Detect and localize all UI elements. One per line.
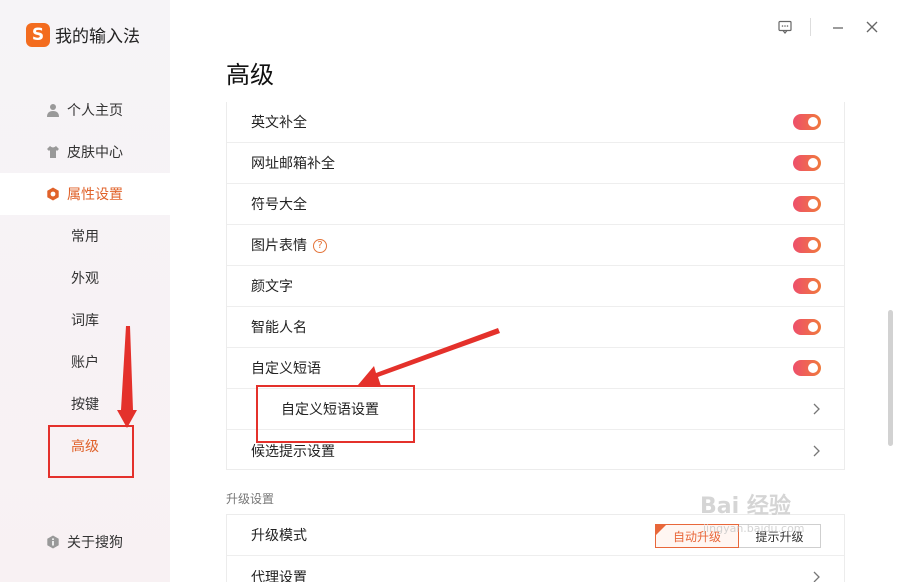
sidebar-subitem-keys[interactable]: 按键: [0, 383, 170, 425]
setting-label: 图片表情: [251, 238, 307, 254]
page-title: 高级: [226, 61, 274, 89]
setting-label: 升级模式: [251, 528, 307, 544]
setting-label: 自定义短语: [251, 361, 321, 377]
hexagon-settings-icon: [47, 187, 59, 201]
scrollbar[interactable]: [888, 310, 893, 446]
app-name: 我的输入法: [55, 27, 140, 47]
sidebar-subitem-label: 常用: [71, 229, 99, 245]
app-title: S 我的输入法: [26, 22, 140, 47]
annotation-box-custom-phrase-settings: [256, 385, 415, 443]
chevron-right-icon: [813, 571, 820, 582]
person-icon: [47, 104, 59, 117]
sidebar-subitem-dictionary[interactable]: 词库: [0, 299, 170, 341]
sidebar-item-label: 皮肤中心: [67, 145, 123, 161]
setting-row-image-emoji: 图片表情?: [227, 225, 844, 266]
setting-row-smart-names: 智能人名: [227, 307, 844, 348]
settings-window: S 我的输入法 个人主页 皮肤中心 属性设置 常用 外观 词库 账户 按键 高级…: [0, 0, 906, 582]
sidebar-subitem-label: 词库: [71, 313, 99, 329]
feedback-button[interactable]: [772, 14, 798, 40]
close-button[interactable]: [859, 14, 885, 40]
info-icon: [47, 535, 59, 549]
setting-label: 符号大全: [251, 197, 307, 213]
setting-label: 网址邮箱补全: [251, 156, 335, 172]
setting-row-url-email-completion: 网址邮箱补全: [227, 143, 844, 184]
chevron-right-icon: [813, 403, 820, 415]
sidebar-subitem-appearance[interactable]: 外观: [0, 257, 170, 299]
sidebar-item-label: 个人主页: [67, 103, 123, 119]
toggle-switch[interactable]: [793, 278, 821, 294]
setting-label: 颜文字: [251, 279, 293, 295]
sidebar-item-skins[interactable]: 皮肤中心: [0, 131, 170, 173]
shirt-icon: [47, 146, 59, 158]
selected-corner-icon: [655, 524, 667, 536]
setting-label: 智能人名: [251, 320, 307, 336]
toggle-switch[interactable]: [793, 196, 821, 212]
section-title-upgrade: 升级设置: [226, 492, 275, 506]
toggle-switch[interactable]: [793, 114, 821, 130]
setting-label: 候选提示设置: [251, 443, 335, 460]
sidebar-item-settings[interactable]: 属性设置: [0, 173, 170, 215]
baidu-watermark: Bai 经验: [700, 494, 791, 519]
sogou-logo-icon: S: [26, 22, 50, 47]
sidebar-item-about[interactable]: 关于搜狗: [0, 522, 170, 562]
setting-row-kaomoji: 颜文字: [227, 266, 844, 307]
toggle-switch[interactable]: [793, 360, 821, 376]
setting-row-custom-phrases: 自定义短语: [227, 348, 844, 389]
setting-label: 代理设置: [251, 569, 307, 582]
setting-label-wrap: 图片表情?: [251, 235, 327, 255]
baidu-watermark-url: jingyan.baidu.com: [703, 522, 805, 535]
sidebar-item-profile[interactable]: 个人主页: [0, 89, 170, 131]
feedback-icon: [778, 20, 792, 34]
toggle-switch[interactable]: [793, 155, 821, 171]
about-label: 关于搜狗: [67, 535, 123, 551]
sidebar-subitem-common[interactable]: 常用: [0, 215, 170, 257]
titlebar-divider: [810, 18, 811, 36]
sidebar-subitem-label: 外观: [71, 271, 99, 287]
setting-label: 英文补全: [251, 115, 307, 131]
minimize-button[interactable]: [825, 14, 851, 40]
sidebar-item-label: 属性设置: [67, 187, 123, 203]
sidebar-subitem-label: 账户: [71, 355, 99, 371]
sidebar: S 我的输入法 个人主页 皮肤中心 属性设置 常用 外观 词库 账户 按键 高级…: [0, 0, 170, 582]
toggle-switch[interactable]: [793, 319, 821, 335]
minimize-icon: [833, 27, 843, 29]
setting-row-symbols: 符号大全: [227, 184, 844, 225]
chevron-right-icon: [813, 445, 820, 456]
close-icon: [866, 21, 878, 33]
help-icon[interactable]: ?: [313, 239, 327, 253]
setting-row-proxy-settings[interactable]: 代理设置: [227, 556, 844, 582]
annotation-box-advanced: [48, 425, 134, 478]
sidebar-subitem-account[interactable]: 账户: [0, 341, 170, 383]
sidebar-subitem-label: 按键: [71, 397, 99, 413]
setting-row-english-completion: 英文补全: [227, 102, 844, 143]
toggle-switch[interactable]: [793, 237, 821, 253]
